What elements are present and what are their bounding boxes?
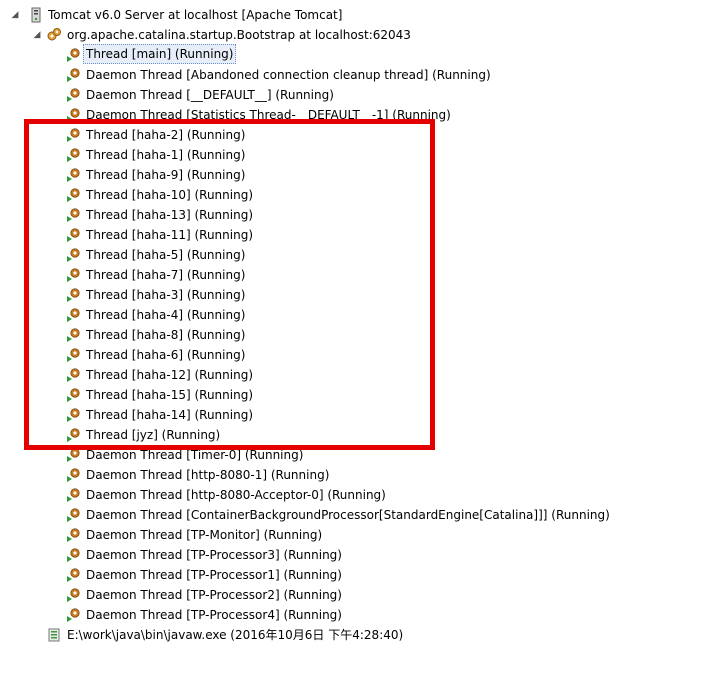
thread-label: Thread [haha-10] (Running) (86, 188, 254, 202)
thread-label: Thread [haha-14] (Running) (86, 408, 254, 422)
server-icon (31, 7, 41, 23)
thread-label: Daemon Thread [Timer-0] (Running) (86, 448, 304, 462)
debug-tree: ◢ Tomcat v6.0 Server at localhost [Apach… (0, 0, 710, 692)
running-thread-icon (67, 168, 80, 182)
running-thread-icon (67, 188, 80, 202)
running-thread-icon (67, 448, 80, 462)
thread-label: Daemon Thread [http-8080-1] (Running) (86, 468, 330, 482)
thread-label: Daemon Thread [Statistics Thread-__DEFAU… (86, 108, 451, 122)
thread-label: Daemon Thread [TP-Processor3] (Running) (86, 548, 342, 562)
thread-label: Thread [haha-13] (Running) (86, 208, 254, 222)
thread-label: Thread [jyz] (Running) (86, 428, 221, 442)
running-thread-icon (67, 228, 80, 242)
running-thread-icon (67, 368, 80, 382)
thread-label: Daemon Thread [ContainerBackgroundProces… (86, 508, 610, 522)
running-thread-icon (67, 328, 80, 342)
running-thread-icon (67, 308, 80, 322)
thread-label: Thread [haha-1] (Running) (86, 148, 246, 162)
thread-label: Daemon Thread [TP-Monitor] (Running) (86, 528, 323, 542)
running-thread-icon (67, 68, 80, 82)
running-thread-icon (67, 88, 80, 102)
running-thread-icon (67, 48, 80, 62)
process-label: org.apache.catalina.startup.Bootstrap at… (67, 28, 411, 42)
executable-icon (48, 628, 60, 642)
thread-label: Thread [haha-6] (Running) (86, 348, 246, 362)
running-thread-icon (67, 588, 80, 602)
collapse-icon[interactable]: ◢ (32, 25, 42, 45)
thread-label: Thread [haha-9] (Running) (86, 168, 246, 182)
thread-label: Daemon Thread [http-8080-Acceptor-0] (Ru… (86, 488, 386, 502)
running-thread-icon (67, 128, 80, 142)
thread-label: Daemon Thread [TP-Processor2] (Running) (86, 588, 342, 602)
process-icon (47, 28, 61, 41)
running-thread-icon (67, 488, 80, 502)
server-label: Tomcat v6.0 Server at localhost [Apache … (48, 8, 343, 22)
thread-label: Thread [haha-3] (Running) (86, 288, 246, 302)
running-thread-icon (67, 608, 80, 622)
thread-label: Thread [haha-12] (Running) (86, 368, 254, 382)
running-thread-icon (67, 268, 80, 282)
running-thread-icon (67, 508, 80, 522)
running-thread-icon (67, 208, 80, 222)
thread-label: Daemon Thread [Abandoned connection clea… (86, 68, 491, 82)
running-thread-icon (67, 568, 80, 582)
running-thread-icon (67, 548, 80, 562)
running-thread-icon (67, 388, 80, 402)
running-thread-icon (67, 408, 80, 422)
running-thread-icon (67, 348, 80, 362)
collapse-icon[interactable]: ◢ (10, 5, 20, 25)
running-thread-icon (67, 528, 80, 542)
running-thread-icon (67, 248, 80, 262)
running-thread-icon (67, 468, 80, 482)
thread-label: Thread [haha-8] (Running) (86, 328, 246, 342)
thread-label: Thread [main] (Running) (83, 44, 237, 64)
running-thread-icon (67, 288, 80, 302)
thread-label: Daemon Thread [TP-Processor4] (Running) (86, 608, 342, 622)
thread-label: Thread [haha-11] (Running) (86, 228, 254, 242)
thread-label: Thread [haha-15] (Running) (86, 388, 254, 402)
running-thread-icon (67, 428, 80, 442)
thread-label: Thread [haha-7] (Running) (86, 268, 246, 282)
thread-label: Daemon Thread [TP-Processor1] (Running) (86, 568, 342, 582)
thread-label: Thread [haha-2] (Running) (86, 128, 246, 142)
thread-label: Thread [haha-5] (Running) (86, 248, 246, 262)
running-thread-icon (67, 148, 80, 162)
running-thread-icon (67, 108, 80, 122)
thread-label: Thread [haha-4] (Running) (86, 308, 246, 322)
thread-label: Daemon Thread [__DEFAULT__] (Running) (86, 88, 334, 102)
executable-label: E:\work\java\bin\javaw.exe (2016年10月6日 下… (67, 628, 404, 642)
